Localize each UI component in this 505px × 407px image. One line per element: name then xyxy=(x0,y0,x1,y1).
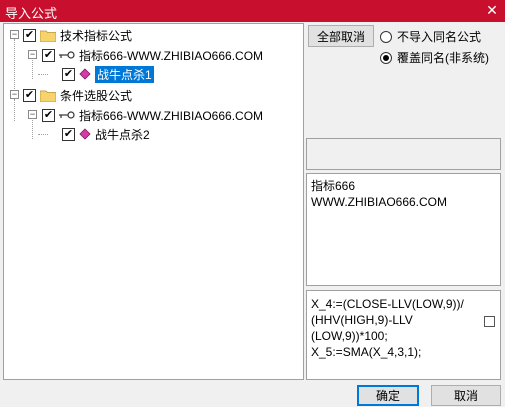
formula-icon xyxy=(79,128,91,140)
tree-node-formula[interactable]: ✔ 战牛点杀1 xyxy=(62,65,154,83)
description-box[interactable]: 指标666 WWW.ZHIBIAO666.COM xyxy=(306,173,501,286)
radio-label: 不导入同名公式 xyxy=(397,30,482,44)
formula-tree[interactable]: − ✔ 技术指标公式 − ✔ 指标666-WWW.ZHIBIAO666.COM … xyxy=(3,23,304,380)
tree-node-label: 指标666-WWW.ZHIBIAO666.COM xyxy=(79,48,264,63)
node-checkbox[interactable]: ✔ xyxy=(62,67,75,81)
key-icon xyxy=(59,50,75,60)
tree-node-folder[interactable]: ✔ 技术指标公式 xyxy=(23,26,132,44)
description-line: WWW.ZHIBIAO666.COM xyxy=(311,195,448,209)
title-bar: 导入公式 ✕ xyxy=(0,0,505,22)
tree-connector xyxy=(14,99,15,121)
close-icon[interactable]: ✕ xyxy=(483,1,501,19)
description-line: 指标666 xyxy=(311,179,356,193)
collapse-toggle[interactable]: − xyxy=(10,90,19,99)
tree-node-label: 指标666-WWW.ZHIBIAO666.COM xyxy=(79,108,264,123)
tree-node-folder[interactable]: ✔ 条件选股公式 xyxy=(23,86,132,104)
tree-node-label: 条件选股公式 xyxy=(60,88,133,103)
tree-connector xyxy=(32,57,33,79)
check-icon: ✔ xyxy=(24,88,35,101)
scrollbar[interactable] xyxy=(483,174,500,285)
folder-icon xyxy=(40,29,56,42)
radio-overwrite[interactable]: 覆盖同名(非系统) xyxy=(380,49,489,66)
tree-connector xyxy=(38,74,48,75)
check-icon: ✔ xyxy=(24,28,35,41)
cancel-button[interactable]: 取消 xyxy=(431,385,501,406)
check-icon: ✔ xyxy=(63,127,74,140)
radio-selected-dot xyxy=(383,54,389,61)
key-icon xyxy=(59,110,75,120)
collapse-toggle[interactable]: − xyxy=(10,30,19,39)
window-title: 导入公式 xyxy=(5,6,58,21)
check-icon: ✔ xyxy=(63,67,74,80)
tree-node-label: 战牛点杀2 xyxy=(95,127,150,142)
tree-node-formula[interactable]: ✔ 战牛点杀2 xyxy=(62,125,150,143)
tree-connector xyxy=(32,117,33,139)
node-checkbox[interactable]: ✔ xyxy=(42,108,55,122)
node-checkbox[interactable]: ✔ xyxy=(23,88,36,102)
tree-node-label: 战牛点杀1 xyxy=(95,65,154,83)
radio-button[interactable] xyxy=(380,30,392,43)
empty-panel xyxy=(306,138,501,170)
radio-no-import[interactable]: 不导入同名公式 xyxy=(380,28,481,45)
check-icon: ✔ xyxy=(43,108,54,121)
formula-checkbox[interactable] xyxy=(484,316,495,327)
radio-button[interactable] xyxy=(380,51,392,64)
cancel-all-button[interactable]: 全部取消 xyxy=(308,25,374,47)
check-icon: ✔ xyxy=(43,48,54,61)
radio-label: 覆盖同名(非系统) xyxy=(397,51,489,65)
node-checkbox[interactable]: ✔ xyxy=(62,127,75,141)
collapse-toggle[interactable]: − xyxy=(28,50,37,59)
tree-node-group[interactable]: ✔ 指标666-WWW.ZHIBIAO666.COM xyxy=(42,46,263,64)
formula-icon xyxy=(79,68,91,80)
description-text: 指标666 WWW.ZHIBIAO666.COM xyxy=(311,178,481,210)
tree-node-label: 技术指标公式 xyxy=(60,28,133,43)
tree-connector xyxy=(38,134,48,135)
node-checkbox[interactable]: ✔ xyxy=(23,28,36,42)
ok-button[interactable]: 确定 xyxy=(357,385,419,406)
folder-icon xyxy=(40,89,56,102)
tree-node-group[interactable]: ✔ 指标666-WWW.ZHIBIAO666.COM xyxy=(42,106,263,124)
collapse-toggle[interactable]: − xyxy=(28,110,37,119)
formula-source-box[interactable]: X_4:=(CLOSE-LLV(LOW,9))/ (HHV(HIGH,9)-LL… xyxy=(306,290,501,380)
node-checkbox[interactable]: ✔ xyxy=(42,48,55,62)
formula-text: X_4:=(CLOSE-LLV(LOW,9))/ (HHV(HIGH,9)-LL… xyxy=(311,297,464,359)
